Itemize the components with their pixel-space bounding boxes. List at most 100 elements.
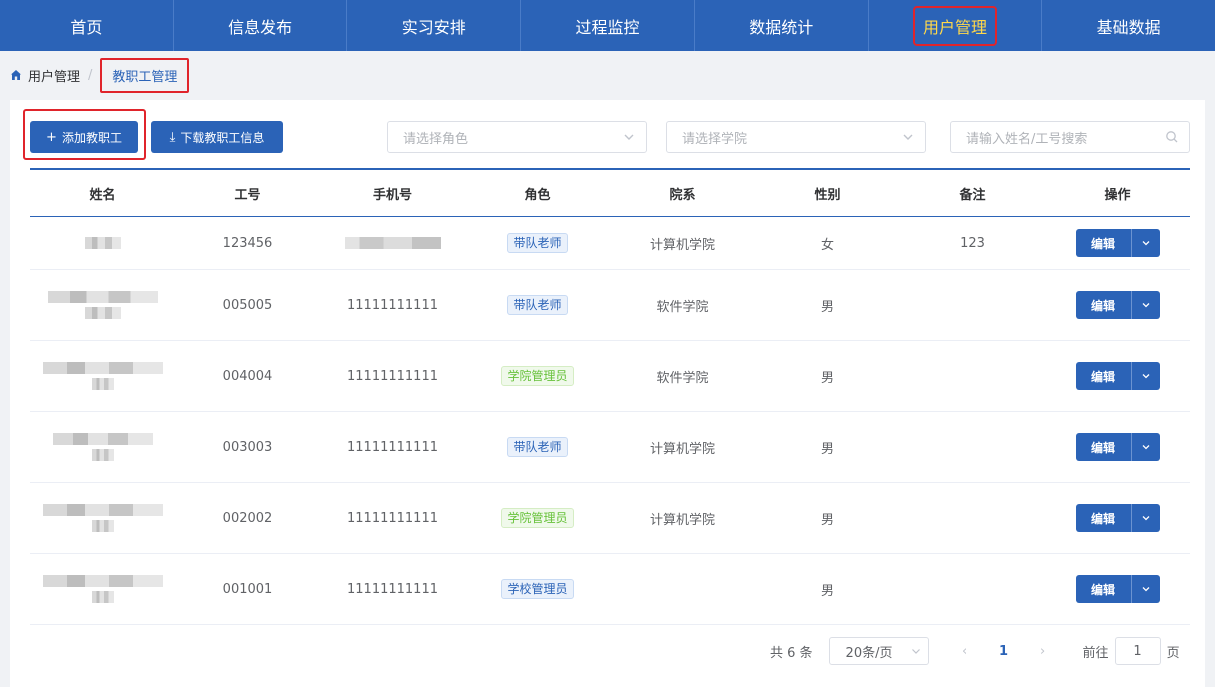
name-cell-blurred [30, 217, 175, 269]
role-select-placeholder: 请选择角色 [403, 131, 469, 147]
staff-id-cell: 004004 [222, 368, 273, 384]
breadcrumb-current: 教职工管理 [100, 57, 190, 93]
page-number-current[interactable]: 1 [979, 644, 1029, 659]
table-row: 004004 11111111111 学院管理员 软件学院 男 编辑 [30, 341, 1190, 412]
jump-prefix: 前往 [1082, 645, 1109, 661]
dept-cell: 软件学院 [656, 299, 709, 315]
chevron-down-icon [911, 649, 920, 654]
role-select[interactable]: 请选择角色 [387, 121, 647, 153]
chevron-down-icon [903, 134, 913, 140]
column-header: 性别 [814, 187, 841, 203]
dept-cell: 计算机学院 [649, 512, 715, 528]
role-cell: 带队老师 [465, 217, 610, 269]
nav-label: 数据统计 [749, 17, 814, 37]
search-placeholder: 请输入姓名/工号搜索 [966, 131, 1088, 147]
download-staff-button[interactable]: ⤓ 下载教职工信息 [151, 121, 283, 153]
edit-split-button: 编辑 [1075, 433, 1160, 461]
action-cell: 编辑 [1045, 217, 1190, 269]
more-actions-dropdown[interactable] [1132, 504, 1160, 532]
total-count: 共 6 条 [770, 645, 813, 661]
chevron-down-icon [1142, 374, 1149, 379]
column-header: 手机号 [372, 187, 412, 203]
chevron-down-icon [624, 134, 634, 140]
chevron-down-icon [1142, 587, 1149, 592]
home-icon [11, 70, 21, 80]
column-header: 操作 [1104, 187, 1131, 203]
role-cell: 学校管理员 [465, 554, 610, 624]
edit-button[interactable]: 编辑 [1076, 433, 1132, 461]
jump-page-input[interactable] [1114, 637, 1161, 665]
search-icon[interactable] [1165, 130, 1179, 144]
staff-id-cell: 003003 [222, 439, 273, 455]
nav-info-publish[interactable]: 信息发布 [174, 0, 348, 51]
nav-home[interactable]: 首页 [0, 0, 174, 51]
note-cell: 123 [960, 235, 985, 251]
next-page-button[interactable]: › [1029, 644, 1057, 659]
name-cell-blurred [30, 412, 175, 482]
add-staff-button[interactable]: + 添加教职工 [30, 121, 138, 153]
edit-split-button: 编辑 [1075, 229, 1160, 257]
dept-cell [610, 554, 755, 624]
nav-process-monitor[interactable]: 过程监控 [521, 0, 695, 51]
action-cell: 编辑 [1045, 412, 1190, 482]
action-cell: 编辑 [1045, 341, 1190, 411]
nav-label: 实习安排 [401, 17, 466, 37]
role-tag: 带队老师 [507, 233, 568, 253]
nav-label: 用户管理 [912, 5, 997, 46]
column-header: 院系 [669, 187, 696, 203]
column-header: 姓名 [89, 187, 116, 203]
breadcrumb-separator: / [88, 67, 93, 83]
phone-cell: 11111111111 [347, 297, 438, 313]
gender-cell: 男 [820, 441, 834, 457]
name-cell-blurred [30, 341, 175, 411]
main-panel: + 添加教职工 ⤓ 下载教职工信息 请选择角色 请选择学院 请输入姓名/工号搜索… [10, 100, 1205, 687]
edit-button[interactable]: 编辑 [1076, 504, 1132, 532]
edit-button[interactable]: 编辑 [1076, 575, 1132, 603]
note-cell [900, 412, 1045, 482]
column-header: 角色 [524, 187, 551, 203]
more-actions-dropdown[interactable] [1132, 433, 1160, 461]
staff-id-cell: 123456 [222, 235, 273, 251]
more-actions-dropdown[interactable] [1132, 291, 1160, 319]
page-size-select[interactable]: 20条/页 [828, 637, 929, 665]
nav-user-management[interactable]: 用户管理 [869, 0, 1043, 51]
dept-cell: 软件学院 [656, 370, 709, 386]
edit-button[interactable]: 编辑 [1076, 229, 1132, 257]
note-cell [900, 483, 1045, 553]
name-cell-blurred [30, 554, 175, 624]
page-jumper: 前往 页 [1083, 637, 1180, 665]
action-cell: 编辑 [1045, 270, 1190, 340]
nav-internship-arrangement[interactable]: 实习安排 [347, 0, 522, 51]
nav-statistics[interactable]: 数据统计 [695, 0, 869, 51]
breadcrumb-parent[interactable]: 用户管理 [28, 66, 80, 85]
college-select[interactable]: 请选择学院 [666, 121, 926, 153]
role-tag: 学院管理员 [501, 508, 574, 528]
role-cell: 学院管理员 [465, 483, 610, 553]
breadcrumb: 用户管理 / 教职工管理 [10, 57, 190, 93]
edit-split-button: 编辑 [1075, 362, 1160, 390]
edit-button[interactable]: 编辑 [1076, 291, 1132, 319]
prev-page-button[interactable]: ‹ [951, 644, 979, 659]
table-row: 001001 11111111111 学校管理员 男 编辑 [30, 554, 1190, 625]
staff-table: 姓名 工号 手机号 角色 院系 性别 备注 操作 123456 带队老师 计算机… [30, 168, 1190, 625]
nav-label: 过程监控 [575, 17, 640, 37]
edit-split-button: 编辑 [1075, 504, 1160, 532]
table-row: 123456 带队老师 计算机学院 女 123 编辑 [30, 217, 1190, 270]
staff-id-cell: 001001 [222, 581, 273, 597]
search-input[interactable]: 请输入姓名/工号搜索 [950, 121, 1190, 153]
column-header: 备注 [959, 187, 986, 203]
table-row: 003003 11111111111 带队老师 计算机学院 男 编辑 [30, 412, 1190, 483]
pagination: 共 6 条 20条/页 ‹ 1 › 前往 页 [770, 636, 1180, 666]
add-staff-label: 添加教职工 [61, 130, 122, 145]
nav-base-data[interactable]: 基础数据 [1042, 0, 1215, 51]
nav-label: 信息发布 [228, 17, 293, 37]
edit-split-button: 编辑 [1075, 291, 1160, 319]
more-actions-dropdown[interactable] [1132, 575, 1160, 603]
download-staff-label: 下载教职工信息 [180, 130, 265, 145]
edit-button[interactable]: 编辑 [1076, 362, 1132, 390]
staff-id-cell: 005005 [222, 297, 273, 313]
more-actions-dropdown[interactable] [1132, 229, 1160, 257]
column-header: 工号 [234, 187, 261, 203]
more-actions-dropdown[interactable] [1132, 362, 1160, 390]
role-tag: 带队老师 [507, 295, 568, 315]
